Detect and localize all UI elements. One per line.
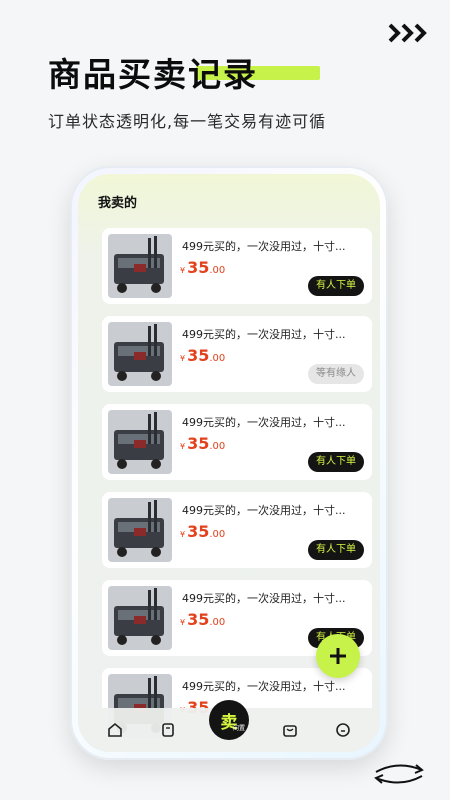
price-decimal: .00 bbox=[209, 353, 226, 364]
item-thumbnail bbox=[108, 586, 172, 650]
item-price: ¥35.00 bbox=[180, 434, 225, 453]
home-icon bbox=[107, 722, 122, 737]
item-description: 499元买的，一次没用过，十寸... bbox=[182, 680, 346, 693]
section-title: 我卖的 bbox=[98, 196, 138, 211]
item-price: ¥35.00 bbox=[180, 610, 225, 629]
chat-icon bbox=[336, 723, 351, 737]
item-price: ¥35.00 bbox=[180, 258, 225, 277]
status-badge[interactable]: 有人下单 bbox=[308, 276, 364, 296]
price-currency: ¥ bbox=[180, 266, 186, 275]
page-title: 商品买卖记录 bbox=[48, 55, 258, 94]
tab-messages[interactable] bbox=[331, 718, 355, 742]
tab-notes[interactable] bbox=[156, 718, 180, 742]
sell-sublabel: 闲置 bbox=[232, 725, 245, 732]
price-integer: 35 bbox=[187, 610, 210, 629]
item-description: 499元买的，一次没用过，十寸... bbox=[182, 240, 346, 253]
item-card[interactable]: 499元买的，一次没用过，十寸... ¥35.00 有人下单 bbox=[102, 228, 372, 304]
bottom-tabbar: 卖 闲置 bbox=[78, 700, 380, 752]
status-badge[interactable]: 有人下单 bbox=[308, 540, 364, 560]
item-card[interactable]: 499元买的，一次没用过，十寸... ¥35.00 有人下单 bbox=[102, 492, 372, 568]
item-description: 499元买的，一次没用过，十寸... bbox=[182, 504, 346, 517]
tab-bag[interactable] bbox=[278, 718, 302, 742]
page-title-block: 商品买卖记录 bbox=[48, 48, 320, 96]
plus-icon bbox=[330, 648, 346, 664]
page-subtitle: 订单状态透明化,每一笔交易有迹可循 bbox=[48, 112, 327, 131]
triple-chevron-icon bbox=[388, 23, 427, 43]
price-currency: ¥ bbox=[180, 530, 186, 539]
bag-icon bbox=[283, 725, 297, 737]
item-price: ¥35.00 bbox=[180, 522, 225, 541]
item-description: 499元买的，一次没用过，十寸... bbox=[182, 416, 346, 429]
phone-mockup: 我卖的 499元买的，一次没用过，十寸... ¥35.00 有人下单 499元买… bbox=[70, 166, 388, 760]
price-integer: 35 bbox=[187, 434, 210, 453]
item-thumbnail bbox=[108, 322, 172, 386]
item-description: 499元买的，一次没用过，十寸... bbox=[182, 328, 346, 341]
add-button[interactable] bbox=[316, 634, 360, 678]
item-description: 499元买的，一次没用过，十寸... bbox=[182, 592, 346, 605]
sell-button[interactable]: 卖 闲置 bbox=[208, 700, 249, 740]
price-decimal: .00 bbox=[209, 529, 226, 540]
price-integer: 35 bbox=[187, 346, 210, 365]
phone-screen: 我卖的 499元买的，一次没用过，十寸... ¥35.00 有人下单 499元买… bbox=[78, 174, 380, 752]
price-decimal: .00 bbox=[209, 265, 226, 276]
item-thumbnail bbox=[108, 234, 172, 298]
price-currency: ¥ bbox=[180, 442, 186, 451]
price-currency: ¥ bbox=[180, 354, 186, 363]
swap-arrows-icon bbox=[374, 764, 424, 784]
price-integer: 35 bbox=[187, 258, 210, 277]
price-decimal: .00 bbox=[209, 617, 226, 628]
item-price: ¥35.00 bbox=[180, 346, 225, 365]
price-integer: 35 bbox=[187, 522, 210, 541]
note-icon bbox=[161, 723, 174, 737]
item-card[interactable]: 499元买的，一次没用过，十寸... ¥35.00 有人下单 bbox=[102, 404, 372, 480]
item-card[interactable]: 499元买的，一次没用过，十寸... ¥35.00 等有缘人 bbox=[102, 316, 372, 392]
status-badge[interactable]: 等有缘人 bbox=[308, 364, 364, 384]
item-thumbnail bbox=[108, 410, 172, 474]
status-badge[interactable]: 有人下单 bbox=[308, 452, 364, 472]
price-currency: ¥ bbox=[180, 618, 186, 627]
price-decimal: .00 bbox=[209, 441, 226, 452]
tab-home[interactable] bbox=[103, 718, 127, 742]
item-thumbnail bbox=[108, 498, 172, 562]
